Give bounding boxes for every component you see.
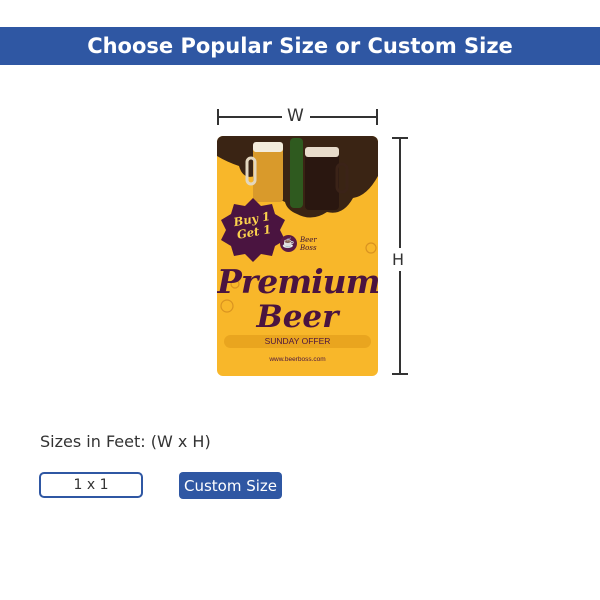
page-title: Choose Popular Size or Custom Size [87, 34, 513, 58]
height-label: H [392, 248, 405, 271]
poster-title-line-2: Beer [256, 299, 339, 335]
poster-website: www.beerboss.com [269, 356, 326, 363]
offer-banner: SUNDAY OFFER [224, 335, 371, 348]
poster-title-line-1: Premium [217, 262, 378, 301]
brand-logo: ☕ Beer Boss [280, 235, 330, 252]
decor-icon [365, 242, 377, 254]
custom-size-button[interactable]: Custom Size [179, 472, 282, 499]
brand-line-2: Boss [300, 243, 317, 252]
width-line-right [310, 116, 376, 118]
poster-preview: Buy 1 Get 1 ☕ Beer Boss Premium Beer SUN… [217, 136, 378, 376]
sizes-label: Sizes in Feet: (W x H) [40, 432, 211, 451]
header-banner: Choose Popular Size or Custom Size [0, 27, 600, 65]
width-line-left [219, 116, 282, 118]
brand-name: Beer Boss [300, 236, 330, 252]
dark-beer-mug-icon [305, 150, 339, 210]
brand-line-1: Beer [300, 235, 317, 244]
bottle-icon [290, 138, 303, 208]
height-tick-bottom [392, 373, 408, 375]
width-tick-right [376, 109, 378, 125]
beer-mug-icon: ☕ [280, 235, 297, 252]
size-option-1x1[interactable]: 1 x 1 [39, 472, 143, 498]
beer-glass-icon [253, 144, 283, 202]
width-label: W [287, 106, 304, 126]
